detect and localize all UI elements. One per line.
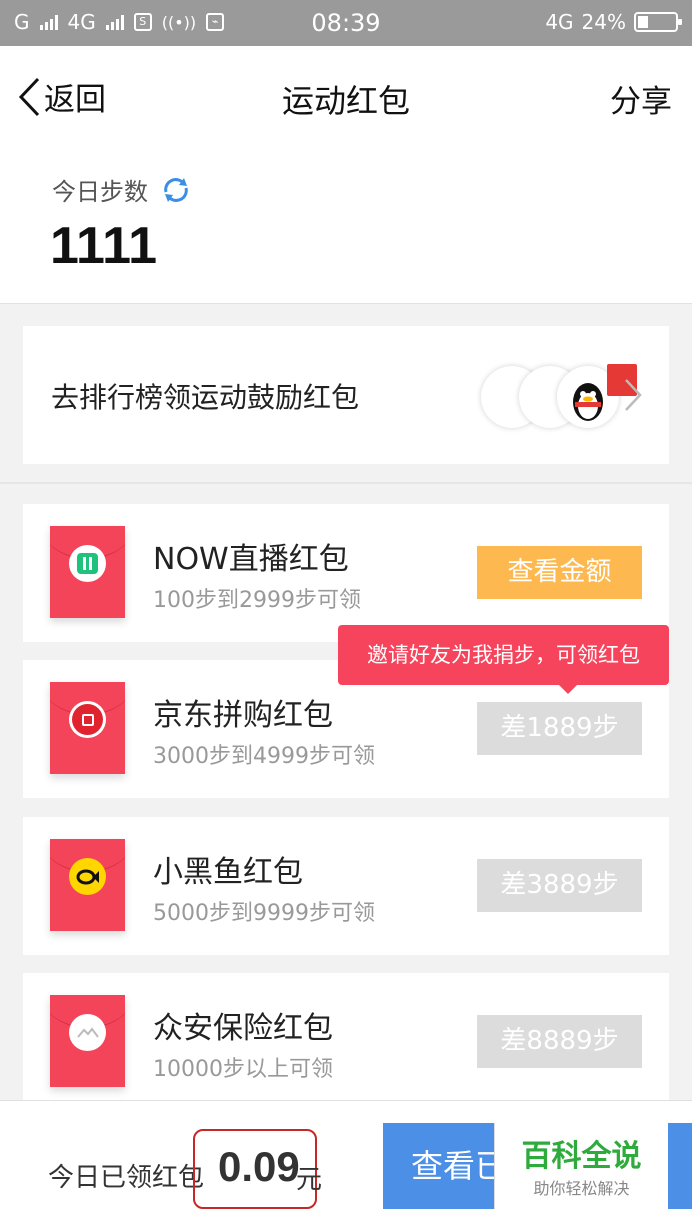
friend-avatars (481, 364, 637, 430)
battery-icon (634, 12, 682, 32)
packet-name: 京东拼购红包 (153, 698, 333, 733)
packet-name: NOW直播红包 (153, 542, 349, 577)
mountain-icon (76, 1026, 99, 1038)
invite-tooltip[interactable]: 邀请好友为我捐步，可领红包 (338, 625, 669, 694)
watermark-title: 百科全说 (521, 1139, 642, 1174)
received-amount: 0.09 (218, 1143, 300, 1190)
today-received-label: 今日已领红包 (48, 1163, 205, 1193)
list-item-now: NOW直播红包 100步到2999步可领 查看金额 (23, 504, 669, 642)
section-divider (0, 482, 692, 484)
page-title: 运动红包 (281, 82, 410, 120)
share-button[interactable]: 分享 (610, 76, 672, 121)
ranking-card[interactable]: 去排行榜领运动鼓励红包 (23, 326, 669, 464)
watermark-logo: 百科全说 助你轻松解决 (494, 1123, 668, 1209)
steps-label-row: 今日步数 (52, 172, 192, 207)
packet-range: 100步到2999步可领 (153, 588, 361, 613)
ranking-text: 去排行榜领运动鼓励红包 (51, 381, 360, 414)
network-label: 4G (545, 10, 574, 34)
watermark-subtitle: 助你轻松解决 (533, 1179, 630, 1198)
packet-range: 10000步以上可领 (153, 1057, 333, 1082)
red-envelope (50, 995, 125, 1087)
steps-remaining-button[interactable]: 差1889步 (477, 702, 642, 755)
red-envelope (50, 682, 125, 774)
jd-pingou-icon (69, 701, 106, 738)
battery-percent: 24% (581, 10, 626, 34)
packet-name: 小黑鱼红包 (153, 855, 303, 890)
list-item-black-fish: 小黑鱼红包 5000步到9999步可领 差3889步 (23, 817, 669, 955)
red-envelope (50, 839, 125, 931)
refresh-icon[interactable] (160, 174, 192, 206)
fish-icon (76, 869, 99, 884)
packet-range: 3000步到4999步可领 (153, 744, 375, 769)
status-bar: G 4G S ((•)) ⌁ 08:39 4G 24% (0, 0, 692, 46)
amount-unit: 元 (296, 1165, 323, 1195)
steps-count: 1111 (50, 217, 158, 275)
steps-label: 今日步数 (52, 178, 148, 206)
status-right: 4G 24% (545, 10, 682, 34)
nav-bar: 返回 运动红包 分享 (0, 46, 692, 144)
zhongan-icon (69, 1014, 106, 1051)
steps-remaining-button[interactable]: 差3889步 (477, 859, 642, 912)
now-live-icon (69, 545, 106, 582)
chevron-right-icon (625, 379, 642, 411)
black-fish-icon (69, 858, 106, 895)
steps-remaining-button[interactable]: 差8889步 (477, 1015, 642, 1068)
packet-name: 众安保险红包 (153, 1011, 333, 1046)
list-item-zhongan: 众安保险红包 10000步以上可领 差8889步 (23, 973, 669, 1111)
view-amount-button[interactable]: 查看金额 (477, 546, 642, 599)
red-envelope (50, 526, 125, 618)
packet-range: 5000步到9999步可领 (153, 901, 375, 926)
bottom-bar: 今日已领红包 0.09 元 查看已 百科全说 助你轻松解决 (0, 1100, 692, 1230)
steps-panel: 今日步数 1111 (0, 144, 692, 304)
